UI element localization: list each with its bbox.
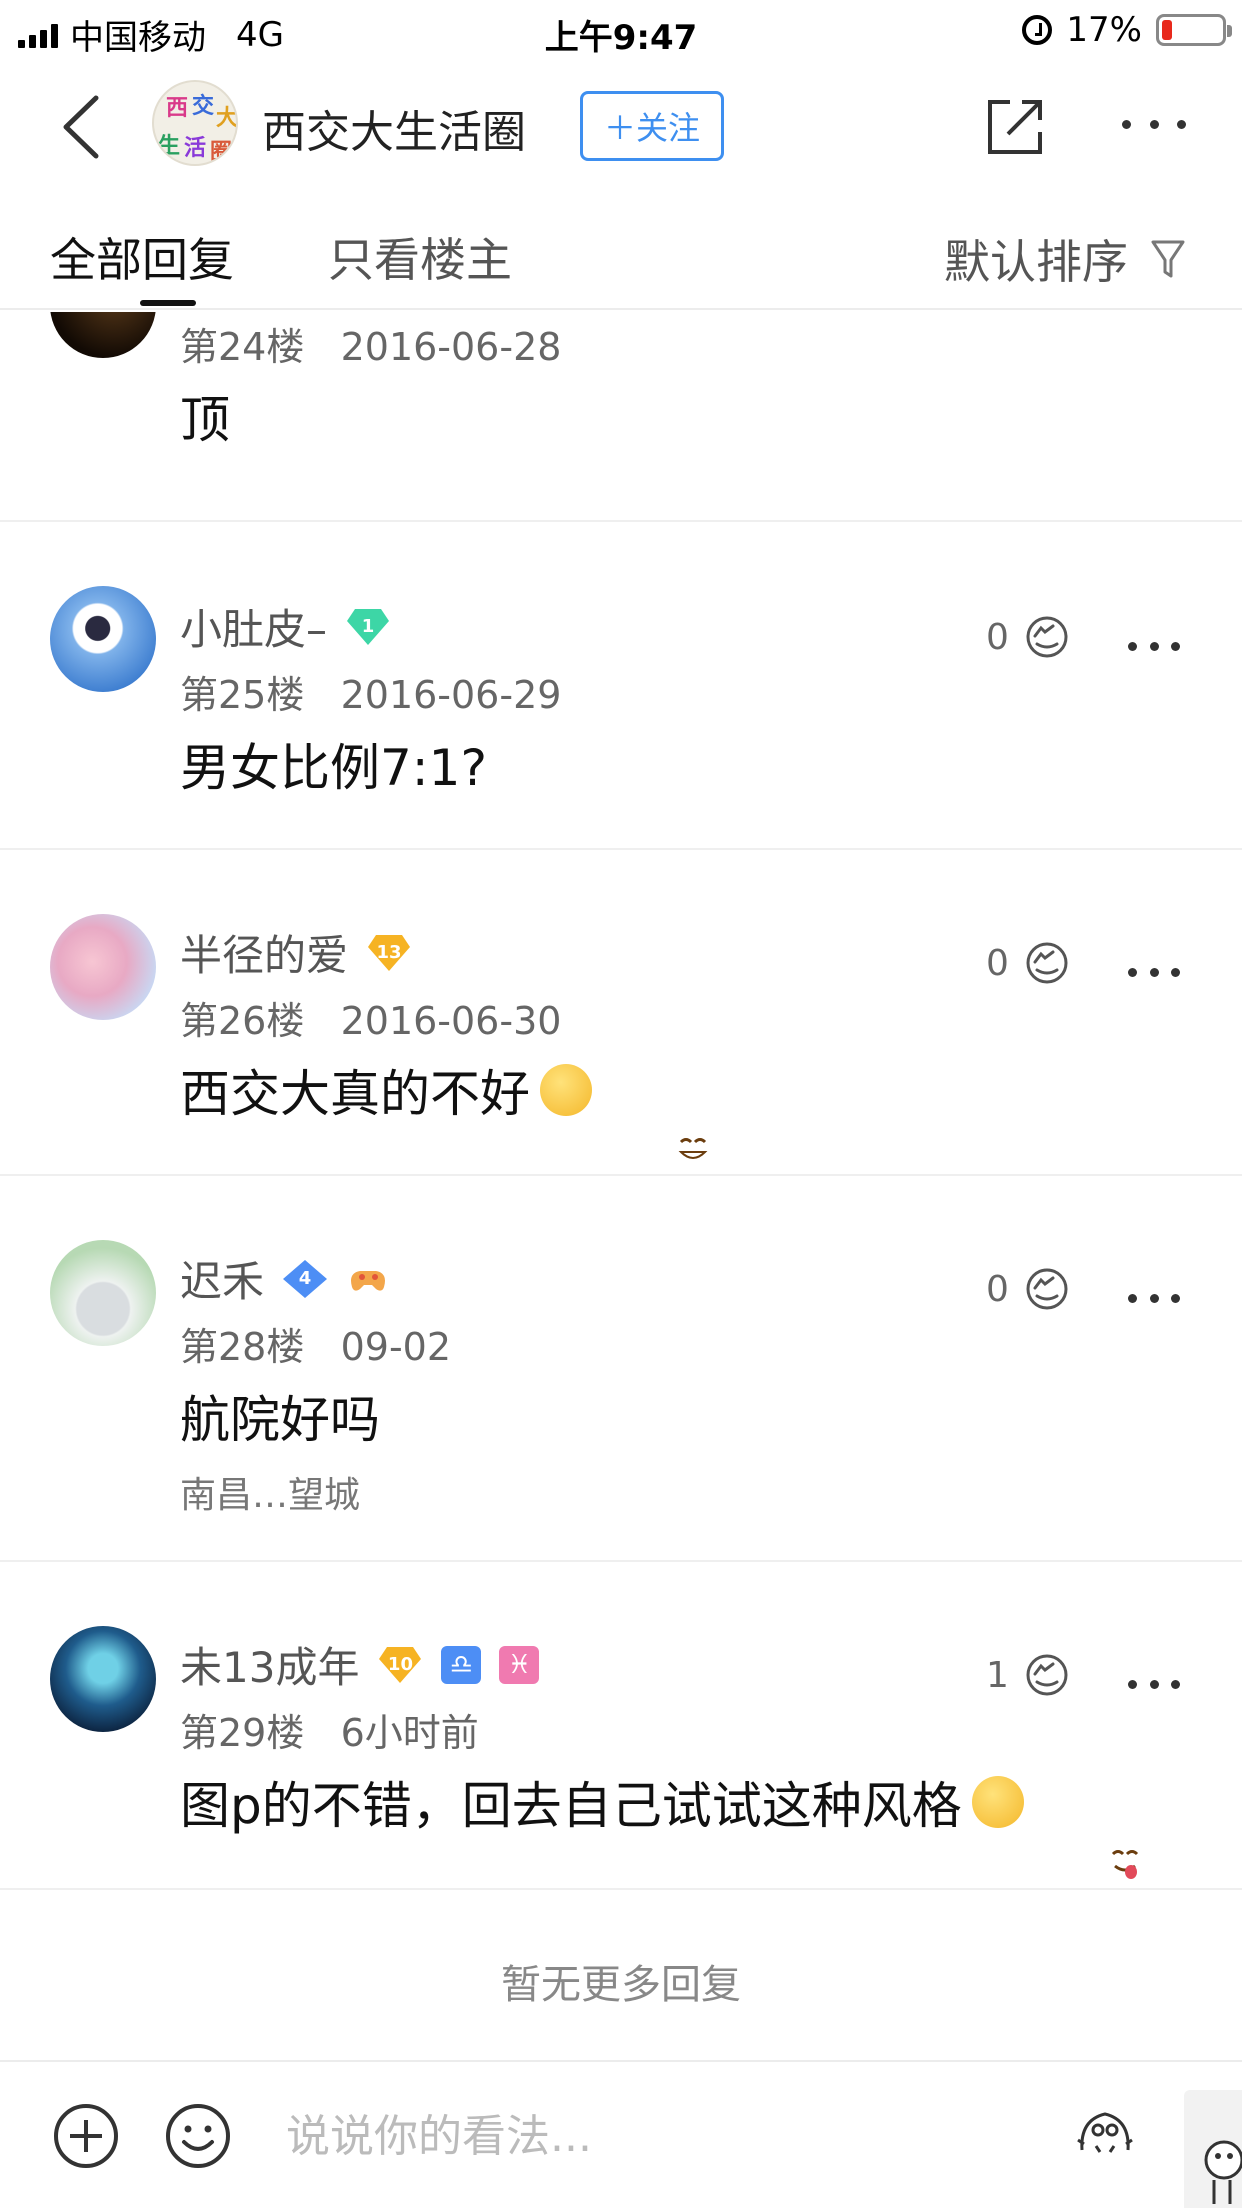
avatar[interactable] — [50, 1240, 156, 1346]
like-count: 0 — [986, 616, 1009, 658]
share-icon[interactable] — [984, 96, 1046, 158]
avatar-glyph: 西 — [166, 96, 189, 121]
follow-button[interactable]: ＋关注 — [580, 91, 724, 161]
thumbs-up-icon — [1026, 616, 1068, 658]
status-bar: 中国移动 4G 上午9:47 17% — [0, 0, 1242, 62]
thumbs-up-icon — [1026, 1268, 1068, 1310]
reply-text: 航院好吗 — [180, 1391, 380, 1449]
active-tab-indicator — [140, 300, 196, 306]
avatar[interactable] — [50, 312, 156, 358]
post-meta: 第24楼 2016-06-28 — [180, 325, 562, 369]
pisces-sign-badge: ♓ — [499, 1645, 540, 1684]
list-item: 第24楼 2016-06-28 顶 — [0, 312, 1242, 522]
list-item: 半径的爱 13 第26楼 2016-06-30 西交大真的不好 0 — [0, 850, 1242, 1176]
back-icon[interactable] — [56, 92, 116, 162]
more-icon[interactable] — [1128, 966, 1180, 978]
avatar-glyph: 圈 — [210, 140, 233, 165]
username[interactable]: 小肚皮– — [180, 596, 327, 657]
thumbs-up-icon — [1026, 942, 1068, 984]
more-icon[interactable] — [1122, 114, 1186, 134]
battery-icon — [1156, 14, 1232, 46]
battery-fill — [1162, 20, 1172, 40]
nav-bar: 西 交 大 生 活 圈 西交大生活圈 ＋关注 — [0, 62, 1242, 192]
page-title[interactable]: 西交大生活圈 — [262, 96, 526, 160]
level-badge: 10 — [377, 1645, 423, 1685]
sticker-preview[interactable] — [1184, 2090, 1242, 2208]
level-badge: 13 — [366, 933, 412, 973]
name-line: 未13成年 10 ♎ ♓ — [180, 1634, 540, 1695]
reply-text: 男女比例7:1? — [180, 739, 488, 797]
tab-owner-only[interactable]: 只看楼主 — [328, 224, 512, 290]
more-icon[interactable] — [1128, 1292, 1180, 1304]
name-line: 半径的爱 13 — [180, 922, 412, 983]
like-button[interactable]: 1 — [986, 1652, 1073, 1698]
username[interactable]: 迟禾 — [180, 1248, 264, 1309]
post-meta: 第25楼 2016-06-29 — [180, 673, 562, 717]
reply-text-content: 图p的不错，回去自己试试这种风格 — [180, 1777, 962, 1835]
comment-bar — [0, 2060, 1242, 2208]
like-count: 0 — [986, 942, 1009, 984]
like-button[interactable]: 0 — [986, 940, 1073, 986]
username[interactable]: 未13成年 — [180, 1634, 359, 1695]
like-button[interactable]: 0 — [986, 614, 1073, 660]
reply-text: 图p的不错，回去自己试试这种风格 — [180, 1766, 1138, 1879]
avatar-glyph: 活 — [184, 136, 207, 161]
thumbs-up-icon — [1026, 1654, 1068, 1696]
no-more-replies: 暂无更多回复 — [501, 1962, 741, 2008]
emoji-icon[interactable] — [164, 2102, 232, 2170]
username[interactable]: 半径的爱 — [180, 922, 348, 983]
like-count: 0 — [986, 1268, 1009, 1310]
avatar[interactable] — [50, 914, 156, 1020]
list-item: 小肚皮– 1 第25楼 2016-06-29 男女比例7:1? 0 — [0, 522, 1242, 850]
avatar-glyph: 生 — [158, 134, 181, 159]
avatar[interactable] — [50, 1626, 156, 1732]
gamepad-icon — [351, 1270, 386, 1291]
yummy-emoji-icon — [971, 1776, 1138, 1879]
name-line: 迟禾 4 — [180, 1248, 390, 1309]
reply-text: 顶 — [180, 391, 230, 449]
list-item: 未13成年 10 ♎ ♓ 第29楼 6小时前 图p的不错，回去自己试试这种风格 … — [0, 1562, 1242, 1890]
tab-all-replies[interactable]: 全部回复 — [50, 224, 234, 290]
sort-label: 默认排序 — [944, 235, 1128, 289]
post-meta: 第26楼 2016-06-30 — [180, 999, 562, 1043]
battery-percent: 17% — [1066, 10, 1142, 50]
alarm-icon — [1022, 15, 1053, 45]
reply-text-content: 西交大真的不好 — [180, 1065, 530, 1123]
location-label: 南昌…望城 — [180, 1475, 361, 1516]
grin-emoji-icon — [540, 1064, 708, 1159]
post-meta: 第28楼 09-02 — [180, 1325, 452, 1369]
sticker-icon[interactable] — [1074, 2106, 1136, 2158]
level-badge: 4 — [282, 1259, 328, 1299]
reply-list: 第24楼 2016-06-28 顶 小肚皮– 1 第25楼 2016-06-29… — [0, 312, 1242, 2046]
reply-tabs: 全部回复 只看楼主 默认排序 — [0, 200, 1242, 310]
add-icon[interactable] — [52, 2102, 120, 2170]
post-meta: 第29楼 6小时前 — [180, 1711, 479, 1755]
circle-avatar[interactable]: 西 交 大 生 活 圈 — [152, 80, 238, 166]
avatar-glyph: 大 — [216, 106, 238, 131]
name-line: 小肚皮– 1 — [180, 596, 391, 657]
avatar[interactable] — [50, 586, 156, 692]
avatar-glyph: 交 — [192, 94, 215, 119]
reply-text: 西交大真的不好 — [180, 1054, 708, 1159]
status-right: 17% — [1022, 10, 1232, 50]
more-icon[interactable] — [1128, 1678, 1180, 1690]
level-badge: 1 — [345, 607, 391, 647]
list-item: 迟禾 4 第28楼 09-02 航院好吗 南昌…望城 0 — [0, 1176, 1242, 1562]
like-button[interactable]: 0 — [986, 1266, 1073, 1312]
like-count: 1 — [986, 1654, 1009, 1696]
sort-dropdown[interactable]: 默认排序 — [944, 226, 1186, 292]
more-icon[interactable] — [1128, 640, 1180, 652]
libra-sign-badge: ♎ — [441, 1645, 482, 1684]
filter-icon — [1151, 240, 1185, 278]
comment-input[interactable] — [286, 2098, 1006, 2174]
